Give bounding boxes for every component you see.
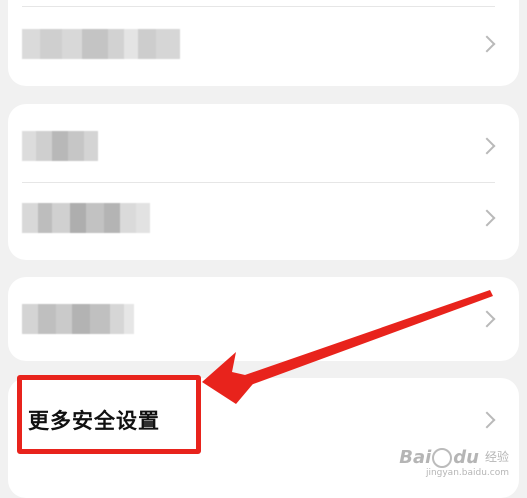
chevron-right-icon xyxy=(478,35,496,53)
redacted-label xyxy=(22,29,180,59)
baidu-jingyan-watermark: Bai du 经验 jingyan.baidu.com xyxy=(399,447,509,478)
watermark-product: 经验 xyxy=(484,450,509,464)
settings-row-redacted-2[interactable] xyxy=(8,110,519,182)
paw-icon xyxy=(432,448,453,468)
redacted-label xyxy=(22,131,98,161)
settings-row-redacted-4[interactable] xyxy=(8,283,519,355)
settings-row-redacted-1[interactable] xyxy=(8,8,519,80)
chevron-right-icon xyxy=(478,137,496,155)
watermark-url: jingyan.baidu.com xyxy=(425,468,509,478)
settings-row-redacted-3[interactable] xyxy=(8,182,519,254)
highlight-box-annotation xyxy=(17,375,201,454)
settings-card-1 xyxy=(8,0,519,86)
redacted-label xyxy=(22,304,134,334)
row-divider xyxy=(22,6,495,7)
chevron-right-icon xyxy=(478,209,496,227)
redacted-label xyxy=(22,203,150,233)
settings-card-2 xyxy=(8,104,519,260)
chevron-right-icon xyxy=(478,411,496,429)
settings-card-3 xyxy=(8,277,519,361)
watermark-brand: Bai du xyxy=(399,447,479,468)
chevron-right-icon xyxy=(478,310,496,328)
